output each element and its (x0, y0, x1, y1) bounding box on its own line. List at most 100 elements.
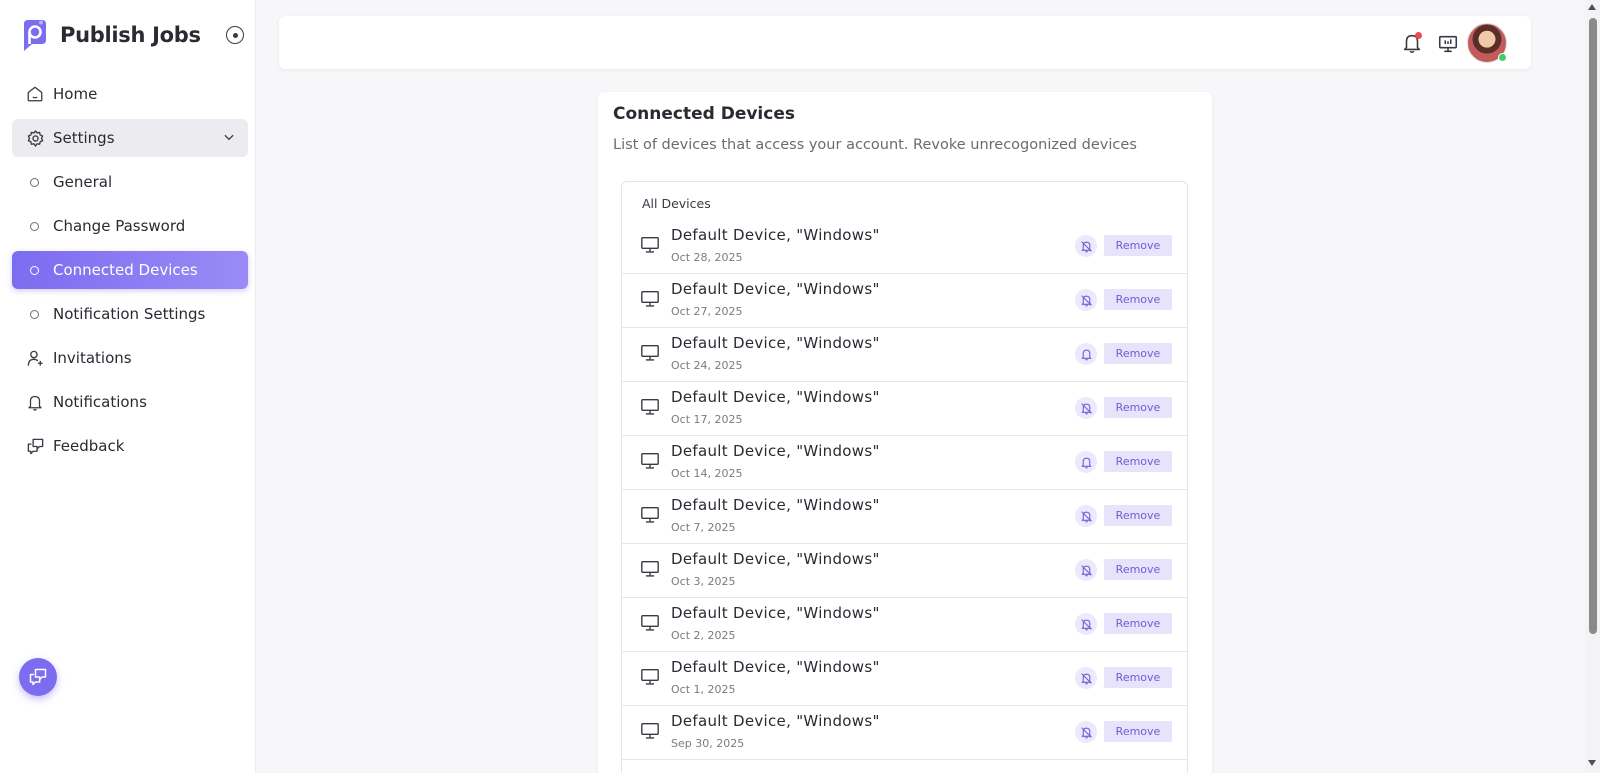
bell-off-icon[interactable] (1075, 235, 1097, 257)
device-row: Default Device, "Windows" Sep 30, 2025 Rem… (622, 706, 1187, 760)
device-date: Oct 27, 2025 (671, 305, 743, 318)
remove-device-button[interactable]: Remove (1104, 559, 1172, 580)
bell-off-icon[interactable] (1075, 559, 1097, 581)
circle-bullet-icon (30, 221, 39, 231)
sidebar-item-notification-settings[interactable]: Notification Settings (12, 295, 248, 333)
device-date: Oct 28, 2025 (671, 251, 743, 264)
monitor-icon (640, 560, 660, 578)
sidebar: Publish Jobs Home Settings General Chang… (0, 0, 256, 773)
device-name: Default Device, "Windows" (671, 334, 880, 352)
bell-off-icon[interactable] (1075, 613, 1097, 635)
circle-bullet-icon (30, 309, 39, 319)
user-avatar[interactable] (1467, 23, 1507, 63)
circle-bullet-icon (30, 265, 39, 275)
brand[interactable]: Publish Jobs (20, 18, 248, 52)
monitor-icon (640, 290, 660, 308)
device-name: Default Device, "Windows" (671, 442, 880, 460)
page-subtitle: List of devices that access your account… (613, 137, 1137, 153)
device-row: Default Device, "Windows" Oct 28, 2025 Rem… (622, 220, 1187, 274)
sidebar-item-notifications[interactable]: Notifications (12, 383, 248, 421)
bell-off-icon[interactable] (1075, 667, 1097, 689)
sidebar-nav: Home Settings General Change Password Co… (12, 75, 248, 471)
sidebar-item-label: Feedback (53, 437, 125, 455)
top-bar (279, 16, 1531, 69)
device-name: Default Device, "Windows" (671, 226, 880, 244)
page-title: Connected Devices (613, 104, 795, 124)
sidebar-item-label: General (53, 173, 113, 191)
page-scrollbar[interactable] (1585, 0, 1600, 773)
device-row: Default Device, "Windows" Oct 14, 2025 Rem… (622, 436, 1187, 490)
sidebar-item-label: Notifications (53, 393, 147, 411)
remove-device-button[interactable]: Remove (1104, 505, 1172, 526)
device-name: Default Device, "Windows" (671, 604, 880, 622)
device-date: Oct 7, 2025 (671, 521, 736, 534)
bell-icon (25, 392, 45, 412)
devices-list: All Devices Default Device, "Windows" Oct… (621, 181, 1188, 773)
device-row: Default Device, "Windows" Oct 17, 2025 Rem… (622, 382, 1187, 436)
device-date: Sep 30, 2025 (671, 737, 745, 750)
chat-icon (29, 668, 47, 686)
bell-off-icon[interactable] (1075, 289, 1097, 311)
sidebar-item-connected-devices[interactable]: Connected Devices (12, 251, 248, 289)
chat-support-button[interactable] (19, 658, 57, 696)
remove-device-button[interactable]: Remove (1104, 613, 1172, 634)
scroll-up-arrow-icon[interactable] (1588, 4, 1596, 10)
sidebar-item-general[interactable]: General (12, 163, 248, 201)
home-icon (25, 84, 45, 104)
remove-device-button[interactable]: Remove (1104, 397, 1172, 418)
sidebar-item-label: Settings (53, 129, 115, 147)
sidebar-item-change-password[interactable]: Change Password (12, 207, 248, 245)
brand-name: Publish Jobs (60, 23, 201, 47)
sidebar-item-home[interactable]: Home (12, 75, 248, 113)
bell-off-icon[interactable] (1075, 505, 1097, 527)
remove-device-button[interactable]: Remove (1104, 343, 1172, 364)
bell-icon[interactable] (1075, 451, 1097, 473)
remove-device-button[interactable]: Remove (1104, 235, 1172, 256)
monitor-icon (640, 722, 660, 740)
device-date: Oct 1, 2025 (671, 683, 736, 696)
device-date: Oct 24, 2025 (671, 359, 743, 372)
user-plus-icon (25, 348, 45, 368)
bell-off-icon[interactable] (1075, 721, 1097, 743)
notification-badge (1415, 32, 1422, 39)
sidebar-item-invitations[interactable]: Invitations (12, 339, 248, 377)
list-header: All Devices (642, 196, 711, 211)
device-name: Default Device, "Windows" (671, 388, 880, 406)
scrollbar-thumb[interactable] (1589, 18, 1597, 634)
remove-device-button[interactable]: Remove (1104, 667, 1172, 688)
device-name: Default Device, "Windows" (671, 280, 880, 298)
sidebar-item-label: Connected Devices (53, 261, 198, 279)
online-status-dot (1498, 53, 1507, 62)
device-row: Default Device, "Windows" Oct 2, 2025 Remo… (622, 598, 1187, 652)
sidebar-toggle-icon[interactable] (226, 26, 244, 44)
remove-device-button[interactable]: Remove (1104, 721, 1172, 742)
connected-devices-card: Connected Devices List of devices that a… (598, 92, 1212, 773)
remove-device-button[interactable]: Remove (1104, 451, 1172, 472)
notifications-bell-icon[interactable] (1401, 32, 1423, 54)
sidebar-item-settings[interactable]: Settings (12, 119, 248, 157)
monitor-icon (640, 236, 660, 254)
monitor-icon (640, 452, 660, 470)
monitor-icon (640, 614, 660, 632)
monitor-icon (640, 506, 660, 524)
chevron-down-icon (222, 130, 236, 148)
presentation-screen-icon[interactable] (1437, 33, 1459, 55)
remove-device-button[interactable]: Remove (1104, 289, 1172, 310)
device-date: Oct 3, 2025 (671, 575, 736, 588)
sidebar-item-feedback[interactable]: Feedback (12, 427, 248, 465)
device-date: Oct 17, 2025 (671, 413, 743, 426)
device-row: Default Device, "Windows" Oct 3, 2025 Remo… (622, 544, 1187, 598)
device-row: Default Device, "Windows" Oct 7, 2025 Remo… (622, 490, 1187, 544)
device-name: Default Device, "Windows" (671, 496, 880, 514)
device-row: Default Device, "Windows" Oct 27, 2025 Rem… (622, 274, 1187, 328)
bell-icon[interactable] (1075, 343, 1097, 365)
device-date: Oct 14, 2025 (671, 467, 743, 480)
sidebar-item-label: Notification Settings (53, 305, 206, 323)
device-date: Oct 2, 2025 (671, 629, 736, 642)
device-name: Default Device, "Windows" (671, 550, 880, 568)
device-row: Default Device, "Windows" Oct 1, 2025 Remo… (622, 652, 1187, 706)
device-row: Default Device, "Windows" Oct 24, 2025 Rem… (622, 328, 1187, 382)
sidebar-item-label: Invitations (53, 349, 132, 367)
bell-off-icon[interactable] (1075, 397, 1097, 419)
scroll-down-arrow-icon[interactable] (1588, 760, 1596, 766)
